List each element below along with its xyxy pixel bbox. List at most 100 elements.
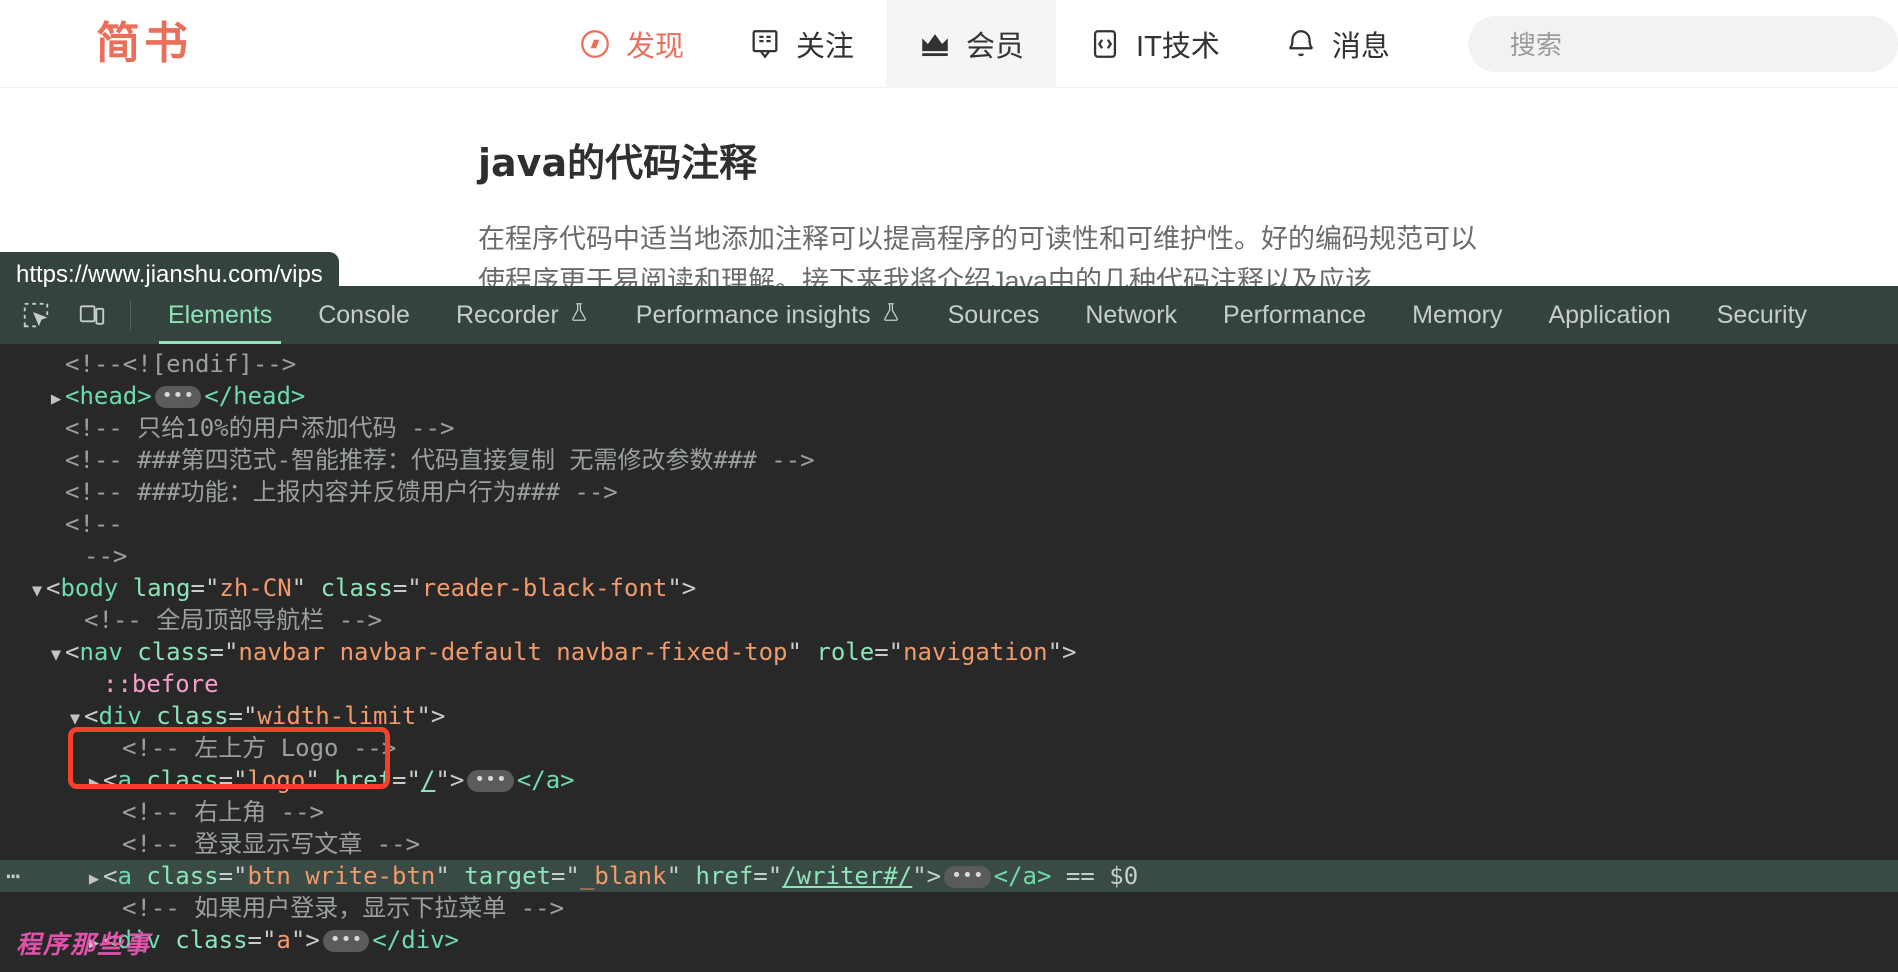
- dom-node[interactable]: ▶<!-- ###功能：上报内容并反馈用户行为### -->: [0, 476, 1898, 508]
- dom-node[interactable]: ▶<head>•••</head>: [0, 380, 1898, 412]
- dom-token-comment: <!-- 全局顶部导航栏 -->: [84, 606, 382, 634]
- dom-token-comment: <!--: [65, 510, 123, 538]
- dom-node[interactable]: ▶<!-- 登录显示写文章 -->: [0, 828, 1898, 860]
- dom-token-punct: ">: [291, 926, 320, 954]
- dom-token-comment: <!-- 右上角 -->: [122, 798, 324, 826]
- devtools-tab-application[interactable]: Application: [1525, 286, 1693, 344]
- devtools-tab-network[interactable]: Network: [1062, 286, 1200, 344]
- watermark-text: 程序那些事: [16, 925, 151, 961]
- devtools-tab-memory[interactable]: Memory: [1389, 286, 1525, 344]
- devtools-tab-security[interactable]: Security: [1694, 286, 1830, 344]
- dom-node-selected[interactable]: ⋯▶<a class="btn write-btn" target="_blan…: [0, 860, 1898, 892]
- dom-token-punct: ">: [435, 766, 464, 794]
- nav-item-vip[interactable]: 会员: [886, 0, 1056, 88]
- dom-node[interactable]: ▶<!-- 左上方 Logo -->: [0, 732, 1898, 764]
- dom-token-tag: a: [117, 766, 131, 794]
- expand-children-badge[interactable]: •••: [467, 770, 514, 792]
- dom-token-punct: =": [392, 766, 421, 794]
- overflow-dots-icon[interactable]: ⋯: [6, 860, 20, 892]
- dom-token-attr-name: href: [695, 862, 753, 890]
- chevron-down-icon[interactable]: ▼: [47, 639, 65, 671]
- dom-token-attr-name: href: [334, 766, 392, 794]
- dom-node[interactable]: ▼<nav class="navbar navbar-default navba…: [0, 636, 1898, 668]
- expand-children-badge[interactable]: •••: [323, 930, 370, 952]
- dom-token-punct: =": [248, 926, 277, 954]
- navbar-spacer: [266, 0, 546, 87]
- devtools-tab-label: Performance: [1223, 301, 1366, 330]
- dom-token-dollar: == $0: [1051, 862, 1138, 890]
- devtools-tab-recorder[interactable]: Recorder: [433, 286, 613, 344]
- nav-item-label: 发现: [626, 23, 684, 65]
- dom-node[interactable]: ▶-->: [0, 540, 1898, 572]
- dom-token-punct: [132, 766, 146, 794]
- dom-token-punct: ">: [416, 702, 445, 730]
- dom-token-punct: =": [191, 574, 220, 602]
- dom-token-attr-name: class: [175, 926, 247, 954]
- nav-item-label: 关注: [796, 23, 854, 65]
- dom-token-attr-name: class: [146, 862, 218, 890]
- expand-children-badge[interactable]: •••: [155, 386, 202, 408]
- dom-tree[interactable]: ▶<!--<![endif]-->▶<head>•••</head>▶<!-- …: [0, 344, 1898, 972]
- no-toggle-spacer: ▶: [66, 607, 84, 639]
- devtools-tab-performance[interactable]: Performance: [1200, 286, 1389, 344]
- dom-token-attr-val: a: [276, 926, 290, 954]
- nav-item-messages[interactable]: 消息: [1252, 0, 1422, 88]
- nav-item-following[interactable]: 关注: [716, 0, 886, 88]
- dom-node[interactable]: ▶<div class="a">•••</div>: [0, 924, 1898, 956]
- chevron-right-icon[interactable]: ▶: [85, 767, 103, 799]
- dom-token-punct: =": [219, 766, 248, 794]
- dom-token-link: /: [421, 766, 435, 794]
- navbar-items: 发现 关注 会员: [546, 0, 1422, 87]
- devtools-tab-performance-insights[interactable]: Performance insights: [613, 286, 925, 344]
- nav-item-discover[interactable]: 发现: [546, 0, 716, 88]
- dom-token-comment: -->: [84, 542, 127, 570]
- devtools-tab-sources[interactable]: Sources: [925, 286, 1063, 344]
- compass-icon: [578, 27, 612, 61]
- dom-token-punct: =": [753, 862, 782, 890]
- crown-icon: [918, 27, 952, 61]
- dom-node[interactable]: ▶<!-- 全局顶部导航栏 -->: [0, 604, 1898, 636]
- chevron-down-icon[interactable]: ▼: [28, 575, 46, 607]
- dom-node[interactable]: ▶<!-- 只给10%的用户添加代码 -->: [0, 412, 1898, 444]
- chevron-right-icon[interactable]: ▶: [85, 863, 103, 895]
- dom-node[interactable]: ▶::before: [0, 668, 1898, 700]
- dom-token-punct: ": [305, 766, 334, 794]
- dom-token-punct: =": [229, 702, 258, 730]
- no-toggle-spacer: ▶: [104, 895, 122, 927]
- dom-token-punct: [123, 638, 137, 666]
- dom-token-tag: </a>: [994, 862, 1052, 890]
- dom-token-comment: <!-- 登录显示写文章 -->: [122, 830, 420, 858]
- dom-token-attr-name: class: [146, 766, 218, 794]
- dom-node[interactable]: ▼<body lang="zh-CN" class="reader-black-…: [0, 572, 1898, 604]
- chevron-down-icon[interactable]: ▼: [66, 703, 84, 735]
- dom-node[interactable]: ▶<!-- ###第四范式-智能推荐：代码直接复制 无需修改参数### -->: [0, 444, 1898, 476]
- dom-token-comment: <!-- 左上方 Logo -->: [122, 734, 396, 762]
- devtools-tab-label: Sources: [948, 301, 1040, 330]
- dom-token-attr-name: class: [321, 574, 393, 602]
- chevron-right-icon[interactable]: ▶: [47, 383, 65, 415]
- nav-item-it-tech[interactable]: IT技术: [1056, 0, 1252, 88]
- dom-node[interactable]: ▶<a class="logo" href="/">•••</a>: [0, 764, 1898, 796]
- no-toggle-spacer: ▶: [104, 831, 122, 863]
- dom-node[interactable]: ▼<div class="width-limit">: [0, 700, 1898, 732]
- dom-token-comment: <!-- 只给10%的用户添加代码 -->: [65, 414, 454, 442]
- dom-token-tag: </head>: [204, 382, 305, 410]
- dom-token-tag: <head>: [65, 382, 152, 410]
- status-bar-url: https://www.jianshu.com/vips: [0, 252, 339, 300]
- dom-token-attr-val: width-limit: [257, 702, 416, 730]
- no-toggle-spacer: ▶: [104, 799, 122, 831]
- dom-node[interactable]: ▶<!--<![endif]-->: [0, 348, 1898, 380]
- expand-children-badge[interactable]: •••: [944, 866, 991, 888]
- devtools-tab-list: ElementsConsoleRecorderPerformance insig…: [145, 286, 1830, 344]
- search-placeholder: 搜索: [1510, 25, 1562, 62]
- dom-node[interactable]: ▶<!-- 右上角 -->: [0, 796, 1898, 828]
- site-logo[interactable]: 简书: [96, 0, 266, 87]
- no-toggle-spacer: ▶: [47, 415, 65, 447]
- dom-token-punct: [132, 862, 146, 890]
- dom-node[interactable]: ▶<!-- 如果用户登录，显示下拉菜单 -->: [0, 892, 1898, 924]
- no-toggle-spacer: ▶: [47, 351, 65, 383]
- search-input[interactable]: 搜索: [1468, 16, 1898, 72]
- dom-node[interactable]: ▶<!--: [0, 508, 1898, 540]
- devtools-tab-label: Performance insights: [636, 301, 871, 330]
- devtools-tab-label: Application: [1548, 301, 1670, 330]
